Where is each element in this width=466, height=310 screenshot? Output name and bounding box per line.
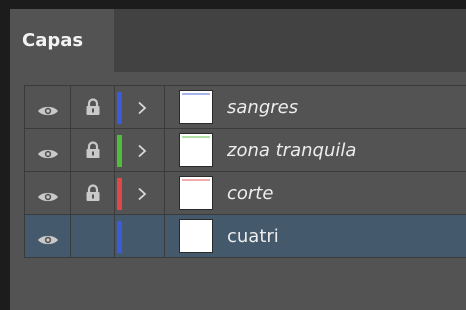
visibility-toggle[interactable] (25, 129, 71, 171)
layer-color-strip (117, 221, 122, 253)
visibility-toggle[interactable] (25, 86, 71, 128)
layer-thumbnail[interactable] (179, 133, 213, 167)
layer-color-strip (117, 135, 122, 167)
layer-row[interactable]: cuatri (25, 215, 466, 258)
expand-toggle[interactable] (124, 172, 165, 214)
visibility-toggle[interactable] (25, 172, 71, 214)
layer-row[interactable]: zona tranquila (25, 129, 466, 172)
expand-toggle[interactable] (124, 129, 165, 171)
layer-color-strip (117, 178, 122, 210)
eye-icon (37, 231, 59, 250)
chevron-right-icon (137, 100, 147, 119)
thumbnail-edge (182, 136, 210, 138)
tab-label: Capas (22, 30, 84, 51)
layer-color-indicator (115, 215, 124, 257)
layer-row[interactable]: sangres (25, 86, 466, 129)
eye-icon (37, 188, 59, 207)
layer-name[interactable]: sangres (227, 86, 298, 129)
layer-thumbnail[interactable] (179, 219, 213, 253)
layer-color-indicator (115, 129, 124, 171)
lock-toggle[interactable] (71, 215, 115, 257)
lock-toggle[interactable] (71, 172, 115, 214)
eye-icon (37, 145, 59, 164)
visibility-toggle[interactable] (25, 215, 71, 257)
layer-list: sangres zona tranquila corte cuatri (24, 85, 466, 258)
layers-area: sangres zona tranquila corte cuatri (24, 85, 466, 310)
panel-tab-bar: Capas (10, 9, 466, 72)
eye-icon (37, 102, 59, 121)
thumbnail-edge (182, 93, 210, 95)
lock-icon (85, 98, 101, 120)
lock-icon (85, 141, 101, 163)
chevron-right-icon (137, 143, 147, 162)
layer-row[interactable]: corte (25, 172, 466, 215)
lock-icon (85, 184, 101, 206)
thumbnail-edge (182, 179, 210, 181)
layer-color-strip (117, 92, 122, 124)
expand-toggle (124, 215, 165, 257)
expand-toggle[interactable] (124, 86, 165, 128)
layer-name[interactable]: corte (227, 172, 273, 215)
layer-color-indicator (115, 86, 124, 128)
lock-toggle[interactable] (71, 129, 115, 171)
layer-thumbnail[interactable] (179, 176, 213, 210)
lock-toggle[interactable] (71, 86, 115, 128)
layer-name[interactable]: zona tranquila (227, 129, 356, 172)
tab-capas[interactable]: Capas (10, 9, 114, 72)
layer-name[interactable]: cuatri (227, 215, 279, 258)
layer-thumbnail[interactable] (179, 90, 213, 124)
layers-panel: Capas sangres zona tranquila corte cuatri (10, 9, 466, 310)
chevron-right-icon (137, 186, 147, 205)
layer-color-indicator (115, 172, 124, 214)
